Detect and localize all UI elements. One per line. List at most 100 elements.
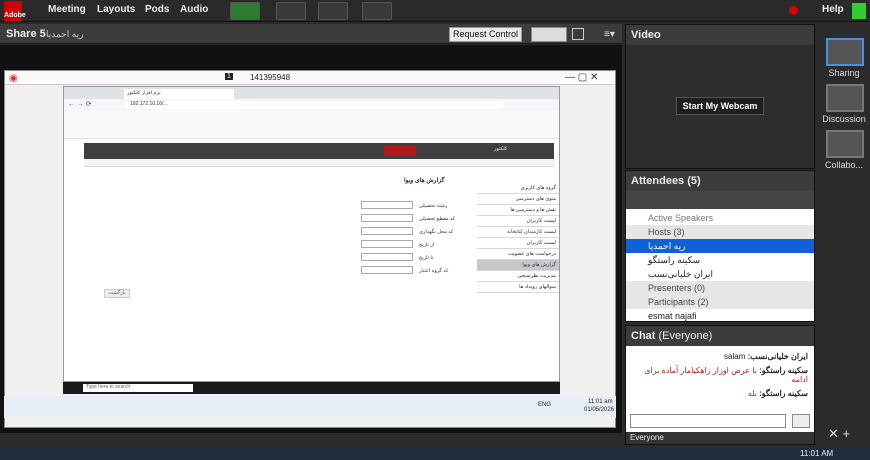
date-input[interactable]	[361, 253, 413, 261]
host-clock: 11:01 AM	[800, 449, 834, 458]
presenters-section[interactable]: Presenters (0)	[626, 281, 814, 295]
session-badge: 1	[225, 73, 233, 80]
remote-id: 141395948	[250, 73, 291, 82]
menu-meeting[interactable]: Meeting	[48, 4, 86, 15]
participants-section[interactable]: Participants (2)	[626, 295, 814, 309]
view-toggle-bar[interactable]	[626, 191, 814, 209]
top-menu-bar: Adobe Meeting Layouts Pods Audio Help	[0, 0, 870, 22]
active-speakers: Active Speakers	[648, 213, 714, 223]
microphone-icon[interactable]	[276, 2, 306, 20]
window-controls-icon[interactable]: — ▢ ✕	[565, 72, 598, 83]
menu-item[interactable]: لیست کارمندان کتابخانه	[477, 227, 559, 238]
browser-tab[interactable]: نرم افزار کلکتور	[124, 89, 234, 99]
share-pod-header: Share 5 ریه احمدیا Request Control ≡▾	[0, 24, 622, 44]
presenter-name: ریه احمدیا	[46, 29, 84, 39]
host-item[interactable]: ریه احمدیا	[626, 239, 814, 253]
field-label: کد مقطع تحصیلی	[419, 216, 456, 222]
clock-date: 01/05/2026	[584, 407, 615, 413]
settings-icon[interactable]: ✕ +	[828, 426, 850, 442]
field-label: کد گروه اعتبار	[419, 268, 449, 274]
adobe-logo: Adobe	[4, 1, 26, 21]
anydesk-icon: ◉	[9, 73, 18, 84]
video-pod: Video Start My Webcam	[625, 24, 815, 169]
discussion-label: Discussion	[822, 114, 866, 124]
webcam-icon[interactable]	[318, 2, 348, 20]
nav-icons[interactable]: ← → ⟳	[68, 100, 92, 108]
menu-item-active[interactable]: گزارش های ویوا	[477, 260, 559, 271]
menu-audio[interactable]: Audio	[180, 4, 208, 15]
attendees-header: Attendees (5)	[626, 171, 814, 191]
menu-item[interactable]: درخواست های عضویت	[477, 249, 559, 260]
windows-taskbar: ENG 11:01 am 01/05/2026	[4, 396, 616, 418]
share-title: Share 5	[6, 28, 46, 40]
sharing-label: Sharing	[828, 68, 860, 78]
chat-title: Chat	[631, 330, 656, 342]
panel-title: گزارش های ویوا	[404, 178, 445, 184]
menu-help[interactable]: Help	[822, 4, 844, 15]
chat-pod: Chat (Everyone) ایران خلیانی‌نسب: salam …	[625, 325, 815, 445]
field-label: کد محل نگهداری	[419, 229, 454, 235]
fit-view-icon[interactable]	[531, 27, 567, 42]
signal-strength-icon	[852, 3, 866, 19]
pod-menu-icon[interactable]: ≡▾	[604, 29, 615, 40]
app-logo: کلکتور	[494, 146, 508, 152]
active-tab[interactable]	[384, 146, 416, 156]
remote-taskbar: Type here to search	[63, 382, 560, 394]
menu-item[interactable]: مدیریت نظرسنجی	[477, 271, 559, 282]
language-indicator[interactable]: ENG	[538, 402, 551, 408]
menu-item[interactable]: سوالهای رویداد ها	[477, 282, 559, 293]
bookmarks-bar	[64, 111, 559, 139]
host-taskbar: 11:01 AM	[0, 448, 870, 460]
app-submenu	[84, 159, 554, 167]
chat-message: سکینه راستگو: با عرض اوزار زاهکیامار آما…	[644, 366, 808, 384]
chat-header: Chat (Everyone)	[626, 326, 814, 346]
field-input[interactable]	[361, 227, 413, 235]
menu-item[interactable]: نقش ها و دسترسی ها	[477, 205, 559, 216]
chat-messages: ایران خلیانی‌نسب: salam سکینه راستگو: با…	[626, 348, 814, 402]
attendees-pod: Attendees (5) Active Speakers Hosts (3) …	[625, 170, 815, 322]
request-control-button[interactable]: Request Control	[449, 27, 522, 42]
recording-icon[interactable]	[789, 6, 798, 15]
send-icon[interactable]	[792, 414, 810, 428]
chat-message: ایران خلیانی‌نسب: salam	[724, 352, 808, 361]
host-item[interactable]: ایران خلیانی‌نسب	[626, 267, 814, 281]
sharing-layout-icon[interactable]	[826, 38, 864, 66]
menu-pods[interactable]: Pods	[145, 4, 169, 15]
app-header: کلکتور	[84, 143, 554, 159]
field-input[interactable]	[361, 214, 413, 222]
chat-tab-everyone[interactable]: Everyone	[626, 432, 814, 444]
clock-time: 11:01 am	[588, 399, 613, 405]
taskbar-search[interactable]: Type here to search	[83, 384, 193, 392]
field-input[interactable]	[361, 201, 413, 209]
start-webcam-button[interactable]: Start My Webcam	[676, 97, 764, 115]
fullscreen-icon[interactable]	[572, 28, 584, 40]
remote-titlebar: ◉ 1 141395948 — ▢ ✕	[5, 71, 615, 85]
menu-item[interactable]: منوی های دسترسی	[477, 194, 559, 205]
menu-layouts[interactable]: Layouts	[97, 4, 135, 15]
browser-window: نرم افزار کلکتور ← → ⟳ 192.172.10.16/… ک…	[63, 86, 560, 382]
chat-scope: (Everyone)	[658, 330, 713, 342]
field-label: رشته تحصیلی	[419, 203, 448, 209]
participant-item[interactable]: esmat najafi	[626, 309, 814, 323]
speaker-icon[interactable]	[230, 2, 260, 20]
field-label: تا تاریخ	[419, 255, 434, 261]
return-button[interactable]: بازگشت	[104, 289, 130, 298]
attendees-title: Attendees	[631, 175, 685, 187]
menu-item[interactable]: لیست کاربران	[477, 238, 559, 249]
date-input[interactable]	[361, 240, 413, 248]
address-bar: ← → ⟳ 192.172.10.16/…	[64, 99, 559, 111]
raise-hand-icon[interactable]	[362, 2, 392, 20]
discussion-layout-icon[interactable]	[826, 84, 864, 112]
browser-tab-bar: نرم افزار کلکتور	[64, 87, 559, 99]
collaboration-layout-icon[interactable]	[826, 130, 864, 158]
attendees-count: (5)	[687, 175, 701, 187]
menu-item[interactable]: گروه های کاربری	[477, 183, 559, 194]
url-field[interactable]: 192.172.10.16/…	[124, 101, 504, 109]
menu-item[interactable]: لیست کاربران	[477, 216, 559, 227]
chat-input[interactable]	[630, 414, 786, 428]
host-item[interactable]: سکینه راستگو	[626, 253, 814, 267]
field-input[interactable]	[361, 266, 413, 274]
hosts-section[interactable]: Hosts (3)	[626, 225, 814, 239]
video-title: Video	[626, 25, 814, 45]
chat-message: سکینه راستگو: بله	[747, 389, 808, 398]
